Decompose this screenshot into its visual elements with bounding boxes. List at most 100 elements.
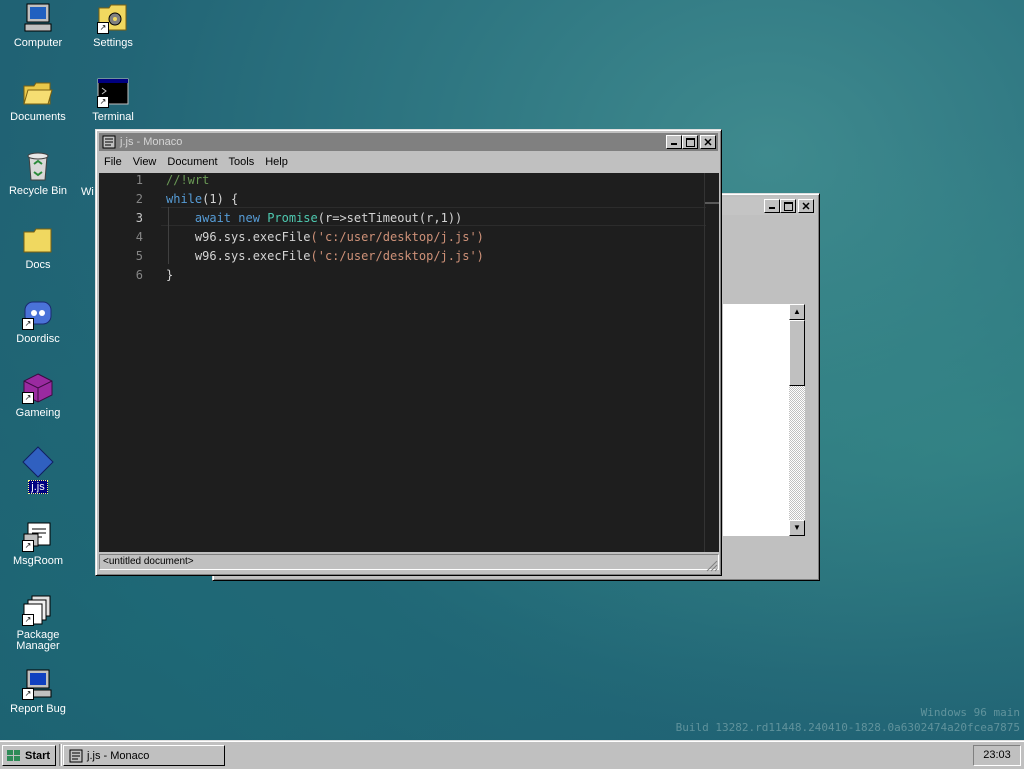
desktop-icon-label: Gameing bbox=[15, 407, 61, 419]
desktop-icon-recycle-bin[interactable]: Recycle Bin bbox=[1, 150, 75, 197]
code-line: await new Promise(r=>setTimeout(r,1)) bbox=[166, 211, 462, 225]
window-title: j.js - Monaco bbox=[120, 136, 183, 148]
taskbar-item-label: j.js - Monaco bbox=[87, 749, 150, 762]
diamond-file-icon bbox=[22, 446, 54, 478]
computer-icon bbox=[22, 2, 54, 34]
desktop-icon-jjs[interactable]: j.js bbox=[1, 446, 75, 494]
line-number: 4 bbox=[135, 230, 143, 244]
code-keyword: while bbox=[166, 192, 203, 206]
cube-icon: ↗ bbox=[22, 372, 54, 404]
taskbar: Start j.js - Monaco 23:03 bbox=[0, 740, 1024, 769]
shortcut-arrow-icon: ↗ bbox=[22, 318, 34, 330]
close-button[interactable] bbox=[798, 199, 814, 213]
code-text: (1) { bbox=[202, 192, 239, 206]
terminal-icon: ↗ bbox=[97, 76, 129, 108]
shortcut-arrow-icon: ↗ bbox=[97, 22, 109, 34]
app-icon bbox=[69, 749, 83, 762]
taskbar-separator bbox=[59, 744, 62, 766]
desktop-icon-label: Documents bbox=[10, 111, 66, 123]
settings-icon: ↗ bbox=[97, 2, 129, 34]
start-label: Start bbox=[25, 749, 51, 762]
desktop-icon-package-manager[interactable]: ↗ Package Manager bbox=[1, 594, 75, 652]
folder-open-icon bbox=[22, 76, 54, 108]
line-number: 6 bbox=[135, 268, 143, 282]
menu-bar: File View Document Tools Help bbox=[99, 153, 718, 171]
resize-grip-icon[interactable] bbox=[706, 560, 718, 572]
taskbar-item-editor[interactable]: j.js - Monaco bbox=[63, 745, 225, 766]
desktop-icon-documents[interactable]: Documents bbox=[1, 76, 75, 123]
doordisc-icon: ↗ bbox=[22, 298, 54, 330]
scroll-down-button[interactable]: ▼ bbox=[789, 520, 805, 536]
minimize-button[interactable] bbox=[764, 199, 780, 213]
desktop-icon-msgroom[interactable]: ↗ MsgRoom bbox=[1, 520, 75, 567]
code-string: ('c:/user/desktop/j.js') bbox=[310, 230, 484, 244]
code-text: w96.sys.execFile bbox=[194, 249, 311, 263]
menu-tools[interactable]: Tools bbox=[224, 156, 261, 168]
desktop-icon-label: Report Bug bbox=[10, 703, 66, 715]
code-line: w96.sys.execFile('c:/user/desktop/j.js') bbox=[166, 230, 484, 244]
system-tray-clock[interactable]: 23:03 bbox=[973, 745, 1021, 766]
msgroom-icon: ↗ bbox=[22, 520, 54, 552]
build-watermark-line2: Build 13282.rd11448.240410-1828.0a630247… bbox=[675, 721, 1020, 734]
folder-icon bbox=[22, 224, 54, 256]
selected-label: j.js bbox=[28, 480, 48, 494]
code-keyword: await bbox=[194, 211, 232, 225]
start-logo-icon bbox=[7, 749, 20, 761]
code-line: //!wrt bbox=[166, 173, 209, 187]
scroll-thumb[interactable] bbox=[789, 320, 805, 386]
shortcut-arrow-icon: ↗ bbox=[22, 614, 34, 626]
desktop-icon-label: Doordisc bbox=[16, 333, 60, 345]
vertical-scrollbar[interactable]: ▲ ▼ bbox=[789, 304, 805, 536]
maximize-button[interactable] bbox=[780, 199, 796, 213]
editor-scrollbar[interactable] bbox=[704, 173, 719, 552]
code-class: Promise bbox=[267, 211, 318, 225]
overview-ruler-marker bbox=[705, 202, 719, 204]
desktop-icon-terminal[interactable]: ↗ Terminal bbox=[76, 76, 150, 123]
menu-help[interactable]: Help bbox=[260, 156, 294, 168]
line-number: 3 bbox=[135, 211, 143, 225]
code-text: (r=>setTimeout bbox=[317, 211, 419, 225]
editor-window-titlebar[interactable]: j.js - Monaco bbox=[99, 133, 718, 151]
menu-document[interactable]: Document bbox=[162, 156, 223, 168]
scroll-up-button[interactable]: ▲ bbox=[789, 304, 805, 320]
package-icon: ↗ bbox=[22, 594, 54, 626]
close-button[interactable] bbox=[700, 135, 716, 149]
desktop-icon-label: Settings bbox=[93, 37, 133, 49]
desktop-icon-docs[interactable]: Docs bbox=[1, 224, 75, 271]
menu-view[interactable]: View bbox=[128, 156, 163, 168]
code-string: ('c:/user/desktop/j.js') bbox=[310, 249, 484, 263]
desktop-icon-gameing[interactable]: ↗ Gameing bbox=[1, 372, 75, 419]
window-controls bbox=[666, 135, 716, 149]
desktop-icon-computer[interactable]: Computer bbox=[1, 2, 75, 49]
status-bar: <untitled document> bbox=[99, 554, 719, 570]
code-text: (r,1)) bbox=[418, 211, 463, 225]
background-window-content[interactable] bbox=[723, 304, 789, 536]
shortcut-arrow-icon: ↗ bbox=[22, 688, 34, 700]
menu-file[interactable]: File bbox=[99, 156, 128, 168]
code-line: } bbox=[166, 268, 173, 282]
build-watermark-line1: Windows 96 main bbox=[920, 706, 1020, 719]
desktop-icon-settings[interactable]: ↗ Settings bbox=[76, 2, 150, 49]
minimize-button[interactable] bbox=[666, 135, 682, 149]
editor-window[interactable]: j.js - Monaco File View Document Tools H… bbox=[95, 129, 722, 576]
code-comment: //!wrt bbox=[166, 173, 210, 187]
recycle-bin-icon bbox=[22, 150, 54, 182]
desktop-icon-doordisc[interactable]: ↗ Doordisc bbox=[1, 298, 75, 345]
desktop-icon-label: Package Manager bbox=[16, 629, 60, 652]
app-icon bbox=[102, 135, 116, 149]
desktop-icon-label: Terminal bbox=[92, 111, 134, 123]
shortcut-arrow-icon: ↗ bbox=[22, 392, 34, 404]
code-line: while(1) { bbox=[166, 192, 238, 206]
start-button[interactable]: Start bbox=[2, 745, 56, 766]
desktop-icon-label: Docs bbox=[25, 259, 51, 271]
code-keyword: new bbox=[238, 211, 260, 225]
desktop-icon-label: MsgRoom bbox=[12, 555, 64, 567]
code-editor[interactable]: 1 2 3 4 5 6 //!wrt while(1) { await new … bbox=[99, 173, 719, 552]
desktop-icon-report-bug[interactable]: ↗ Report Bug bbox=[1, 668, 75, 715]
computer-bug-icon: ↗ bbox=[22, 668, 54, 700]
desktop-icon-label: j.js bbox=[1, 480, 75, 494]
shortcut-arrow-icon: ↗ bbox=[97, 96, 109, 108]
code-line: w96.sys.execFile('c:/user/desktop/j.js') bbox=[166, 249, 484, 263]
shortcut-arrow-icon: ↗ bbox=[22, 540, 34, 552]
maximize-button[interactable] bbox=[682, 135, 698, 149]
